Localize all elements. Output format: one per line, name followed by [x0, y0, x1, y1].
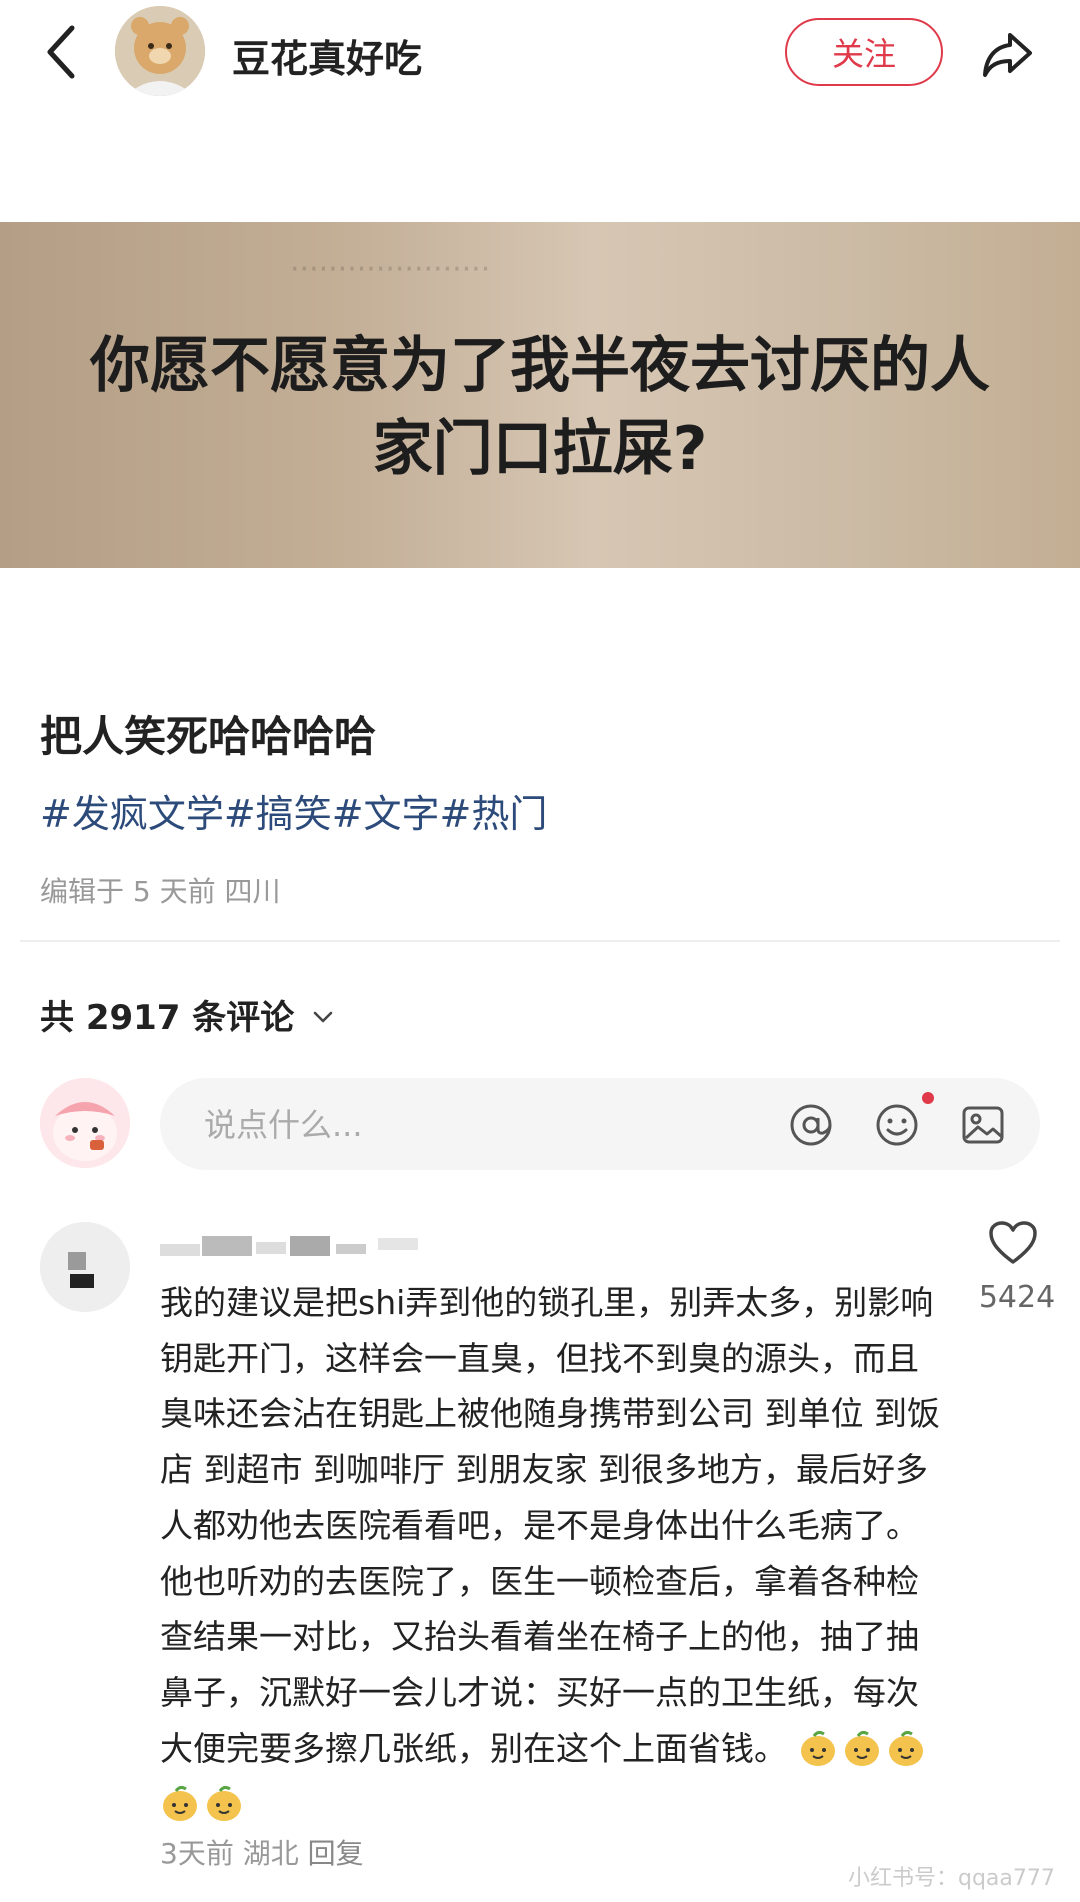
- image-icon[interactable]: [960, 1102, 1006, 1148]
- heart-outline-icon[interactable]: [988, 1220, 1038, 1266]
- comment-location: 湖北: [242, 1837, 299, 1870]
- author-name[interactable]: 豆花真好吃: [232, 28, 422, 83]
- mango-emoji-icon: [163, 1786, 197, 1822]
- bear-avatar-icon: [115, 6, 205, 96]
- mango-emoji-icon: [800, 1730, 835, 1766]
- tag-link[interactable]: #搞笑: [224, 792, 332, 836]
- mango-emoji-icon: [207, 1786, 241, 1822]
- faded-background-text: ·····················: [290, 252, 491, 287]
- post-meta: 编辑于 5 天前 四川: [40, 875, 281, 908]
- tag-link[interactable]: #发疯文学: [40, 792, 224, 836]
- follow-button[interactable]: 关注: [785, 18, 943, 86]
- divider: [20, 940, 1060, 942]
- like-count: 5424: [978, 1280, 1056, 1315]
- tag-link[interactable]: #文字: [332, 792, 440, 836]
- my-avatar[interactable]: [40, 1078, 130, 1168]
- share-icon[interactable]: [980, 25, 1036, 81]
- commenter-name-blurred[interactable]: [160, 1232, 430, 1260]
- tag-link[interactable]: #热门: [440, 792, 548, 836]
- reply-button[interactable]: 回复: [308, 1837, 364, 1870]
- commenter-avatar[interactable]: [40, 1222, 130, 1312]
- post-title: 把人笑死哈哈哈哈: [40, 712, 377, 761]
- comment-input[interactable]: [202, 1078, 746, 1172]
- tag-list: #发疯文学#搞笑#文字#热门: [40, 783, 547, 838]
- blurred-avatar-icon: [40, 1222, 130, 1312]
- back-icon[interactable]: [42, 22, 82, 82]
- chevron-down-icon: [313, 1011, 333, 1023]
- at-icon[interactable]: [788, 1102, 834, 1148]
- image-text-line1: 你愿不愿意为了我半夜去讨厌的人: [90, 331, 990, 401]
- comment-input-box[interactable]: [160, 1078, 1040, 1172]
- comment-time: 3天前: [160, 1837, 234, 1870]
- comment-count-toggle[interactable]: 共 2917 条评论: [40, 990, 334, 1039]
- emoji-icon[interactable]: [874, 1102, 920, 1148]
- mango-emoji-icon: [844, 1730, 879, 1766]
- comment-text: 我的建议是把shi弄到他的锁孔里，别弄太多，别影响钥匙开门，这样会一直臭，但找不…: [160, 1275, 940, 1832]
- comment-meta: 3天前 湖北 回复: [160, 1832, 364, 1872]
- author-avatar[interactable]: [115, 6, 205, 96]
- comment-count-label: 共 2917 条评论: [40, 998, 295, 1038]
- post-image[interactable]: ····················· 你愿不愿意为了我半夜去讨厌的人 家门…: [0, 222, 1080, 568]
- comment-body: 我的建议是把shi弄到他的锁孔里，别弄太多，别影响钥匙开门，这样会一直臭，但找不…: [160, 1283, 940, 1768]
- notification-dot: [922, 1092, 934, 1104]
- cartoon-avatar-icon: [40, 1078, 130, 1168]
- mango-emoji-icon: [888, 1730, 923, 1766]
- watermark: 小红书号：qqaa777: [848, 1866, 1055, 1891]
- image-text-line2: 家门口拉屎?: [372, 414, 708, 484]
